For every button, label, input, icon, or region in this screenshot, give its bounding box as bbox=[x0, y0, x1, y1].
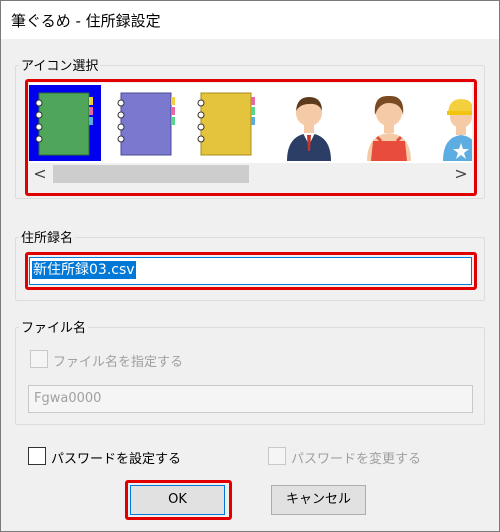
icon-select-label: アイコン選択 bbox=[19, 55, 101, 74]
address-book-name-input[interactable]: 新住所録03.csv bbox=[29, 257, 472, 285]
change-password-checkbox[interactable] bbox=[268, 447, 286, 465]
address-book-name-value: 新住所録03.csv bbox=[32, 261, 136, 279]
set-password-checkbox[interactable] bbox=[28, 447, 46, 465]
specify-file-name-checkbox[interactable] bbox=[30, 350, 48, 368]
ok-button[interactable]: OK bbox=[130, 485, 225, 515]
file-name-input[interactable]: Fgwa0000 bbox=[28, 385, 473, 413]
green-notebook-icon[interactable] bbox=[29, 85, 101, 161]
file-name-label: ファイル名 bbox=[19, 317, 89, 336]
woman-apron-icon[interactable] bbox=[353, 85, 425, 161]
icon-scrollbar[interactable]: < > bbox=[29, 163, 472, 185]
specify-file-name-label: ファイル名を指定する bbox=[53, 355, 184, 370]
window-title: 筆ぐるめ - 住所録設定 bbox=[11, 12, 161, 30]
scroll-right-icon[interactable]: > bbox=[450, 163, 472, 185]
icon-list[interactable] bbox=[29, 83, 472, 163]
title-bar: 筆ぐるめ - 住所録設定 bbox=[1, 1, 499, 39]
scroll-left-icon[interactable]: < bbox=[29, 163, 51, 185]
change-password-label: パスワードを変更する bbox=[291, 452, 422, 467]
address-book-name-label: 住所録名 bbox=[19, 227, 76, 246]
scroll-thumb[interactable] bbox=[53, 165, 249, 183]
file-name-value: Fgwa0000 bbox=[34, 391, 102, 406]
yellow-notebook-icon[interactable] bbox=[189, 85, 261, 161]
dialog-window: 筆ぐるめ - 住所録設定 アイコン選択 < > 住所録名 新住所録03.csv … bbox=[0, 0, 500, 532]
set-password-label: パスワードを設定する bbox=[51, 452, 182, 467]
child-cap-icon[interactable] bbox=[433, 85, 472, 161]
businessman-icon[interactable] bbox=[273, 85, 345, 161]
purple-notebook-icon[interactable] bbox=[109, 85, 181, 161]
cancel-button[interactable]: キャンセル bbox=[271, 485, 366, 515]
